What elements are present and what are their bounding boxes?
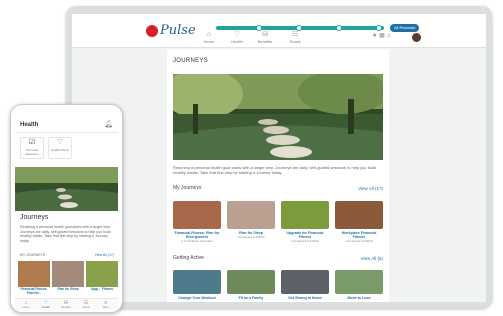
rewards-icon: ⛁ — [262, 31, 268, 38]
bottom-nav-home[interactable]: ⌂ Home — [17, 300, 35, 309]
journey-status: Completed 1/1/2020 — [345, 239, 373, 243]
star-icon[interactable]: ★ — [372, 33, 377, 39]
progress-milestone — [376, 25, 382, 31]
journey-card[interactable]: Fit as a Family — [227, 270, 275, 300]
nav-home[interactable]: ⌂ Home — [196, 30, 222, 44]
phone-hero-image — [15, 167, 118, 211]
journey-thumbnail — [335, 270, 383, 294]
avatar[interactable] — [412, 33, 421, 42]
goal-icon: ☑ — [28, 139, 36, 146]
heart-icon: ♡ — [233, 31, 241, 38]
rewards-badge[interactable]: All Rewards — [390, 24, 420, 32]
tablet-screen: Pulse All Rewards ⌂ Home ♡ Health ⛁ Bene… — [72, 14, 486, 302]
nav-label: Home — [203, 39, 215, 44]
page-title: JOURNEYS — [173, 58, 209, 64]
phone-header: Health 🔔︎ — [15, 117, 118, 133]
my-journeys-view-all-link[interactable]: View All (17) — [358, 186, 383, 191]
bottom-nav-health[interactable]: ♡ Health — [37, 300, 55, 309]
bell-icon[interactable]: 🔔︎ — [104, 120, 113, 128]
grid-icon[interactable]: ▦ — [379, 33, 385, 39]
journey-thumbnail — [281, 270, 329, 294]
journey-thumbnail — [18, 261, 50, 287]
phone-journey-card[interactable]: Plan for Sleep — [52, 261, 84, 292]
phone-journey-card[interactable]: Upgr... Fitness — [86, 261, 118, 292]
phone-journeys-description: Reaching a personal health goal starts w… — [20, 225, 111, 243]
journey-card[interactable]: Change Your Workout — [173, 270, 221, 300]
journey-thumbnail — [52, 261, 84, 287]
journey-thumbnail — [281, 201, 329, 229]
my-journeys-heading: My Journeys — [173, 185, 202, 191]
journey-status: Completed 1/1/2020 — [291, 239, 319, 243]
nav-health[interactable]: ♡ Health — [224, 30, 250, 44]
bottom-nav-label: Benefits — [61, 306, 71, 309]
nav-label: Social — [289, 39, 301, 44]
journey-name: Plan for Sleep — [57, 287, 79, 291]
set-goal-tile[interactable]: ☑ Set Goal Education — [20, 137, 44, 159]
phone-bottom-nav: ⌂ Home ♡ Health ⛁ Benefits ☷ Social ≡ Mo… — [15, 298, 118, 310]
journey-name: Change Your Workout — [178, 296, 216, 300]
brand-logo-mark — [146, 25, 158, 37]
journey-name: Financial Fitness: Plan for... — [20, 287, 48, 295]
journey-name: Financial Fitness: Plan for Emergencies — [174, 231, 220, 239]
header-actions: ★ ▦ ♫ — [372, 32, 391, 39]
journey-name: Move to Lose — [347, 296, 371, 300]
bottom-nav-social[interactable]: ☷ Social — [77, 300, 95, 309]
phone-view-all-link[interactable]: View All (17) — [95, 253, 114, 257]
phone-screen: Health 🔔︎ ☑ Set Goal Education ♡ Health … — [15, 117, 118, 310]
progress-milestone — [336, 25, 342, 31]
hero-description: Reaching a personal health goal starts w… — [173, 165, 377, 175]
tile-label: Health Check — [50, 148, 69, 152]
journey-card[interactable]: Move to Lose — [335, 270, 383, 300]
phone-page-title: Health — [20, 122, 39, 128]
journey-name: Workplace Financial Fitness — [341, 231, 377, 239]
journey-name: Fit as a Family — [238, 296, 264, 300]
journey-status: Completed 1/1/2020 — [237, 235, 265, 239]
getting-active-view-all-link[interactable]: View All (5) — [361, 256, 383, 261]
journey-name: Upgr... Fitness — [91, 287, 113, 291]
journey-thumbnail — [227, 201, 275, 229]
nav-label: Health — [231, 39, 243, 44]
getting-active-heading: Getting Active — [173, 255, 204, 261]
nav-label: Benefits — [257, 39, 273, 44]
bell-icon[interactable]: ♫ — [386, 33, 391, 39]
health-check-icon: ♡ — [56, 139, 64, 146]
brand-logo-text[interactable]: Pulse — [160, 23, 196, 38]
journey-thumbnail — [335, 201, 383, 229]
tile-label: Set Goal Education — [25, 148, 39, 156]
journey-name: Upgrade for Financial Fitness — [286, 231, 324, 239]
journey-card[interactable]: Upgrade for Financial Fitness Completed … — [281, 201, 329, 243]
home-icon: ⌂ — [206, 31, 212, 38]
journey-thumbnail — [227, 270, 275, 294]
journey-card[interactable]: Get Strong at Home — [281, 270, 329, 300]
journey-status: 2 of 10 Steps Complete — [181, 239, 213, 243]
journey-card[interactable]: Financial Fitness: Plan for Emergencies … — [173, 201, 221, 243]
phone-my-journeys-heading: MY JOURNEYS — [20, 253, 46, 257]
phone-journey-card[interactable]: Financial Fitness: Plan for... — [18, 261, 50, 296]
hero-image — [173, 74, 383, 160]
nav-benefits[interactable]: ⛁ Benefits — [252, 30, 278, 44]
journey-thumbnail — [86, 261, 118, 287]
bottom-nav-label: Social — [82, 306, 90, 309]
bottom-nav-label: More — [103, 306, 109, 309]
social-icon: ☷ — [291, 31, 299, 38]
nav-social[interactable]: ☷ Social — [282, 30, 308, 44]
main-content: JOURNEYS Reaching a personal health goal… — [167, 49, 389, 302]
bottom-nav-label: Home — [22, 306, 30, 309]
bottom-nav-benefits[interactable]: ⛁ Benefits — [57, 300, 75, 309]
phone-journeys-title: Journeys — [20, 214, 49, 221]
journey-name: Get Strong at Home — [288, 296, 322, 300]
journey-card[interactable]: Plan for Sleep Completed 1/1/2020 — [227, 201, 275, 239]
bottom-nav-label: Health — [42, 306, 50, 309]
bottom-nav-more[interactable]: ≡ More — [97, 300, 115, 309]
journey-thumbnail — [173, 270, 221, 294]
health-check-tile[interactable]: ♡ Health Check — [48, 137, 72, 159]
journey-card[interactable]: Workplace Financial Fitness Completed 1/… — [335, 201, 383, 243]
journey-thumbnail — [173, 201, 221, 229]
top-header: Pulse All Rewards ⌂ Home ♡ Health ⛁ Bene… — [72, 14, 486, 48]
